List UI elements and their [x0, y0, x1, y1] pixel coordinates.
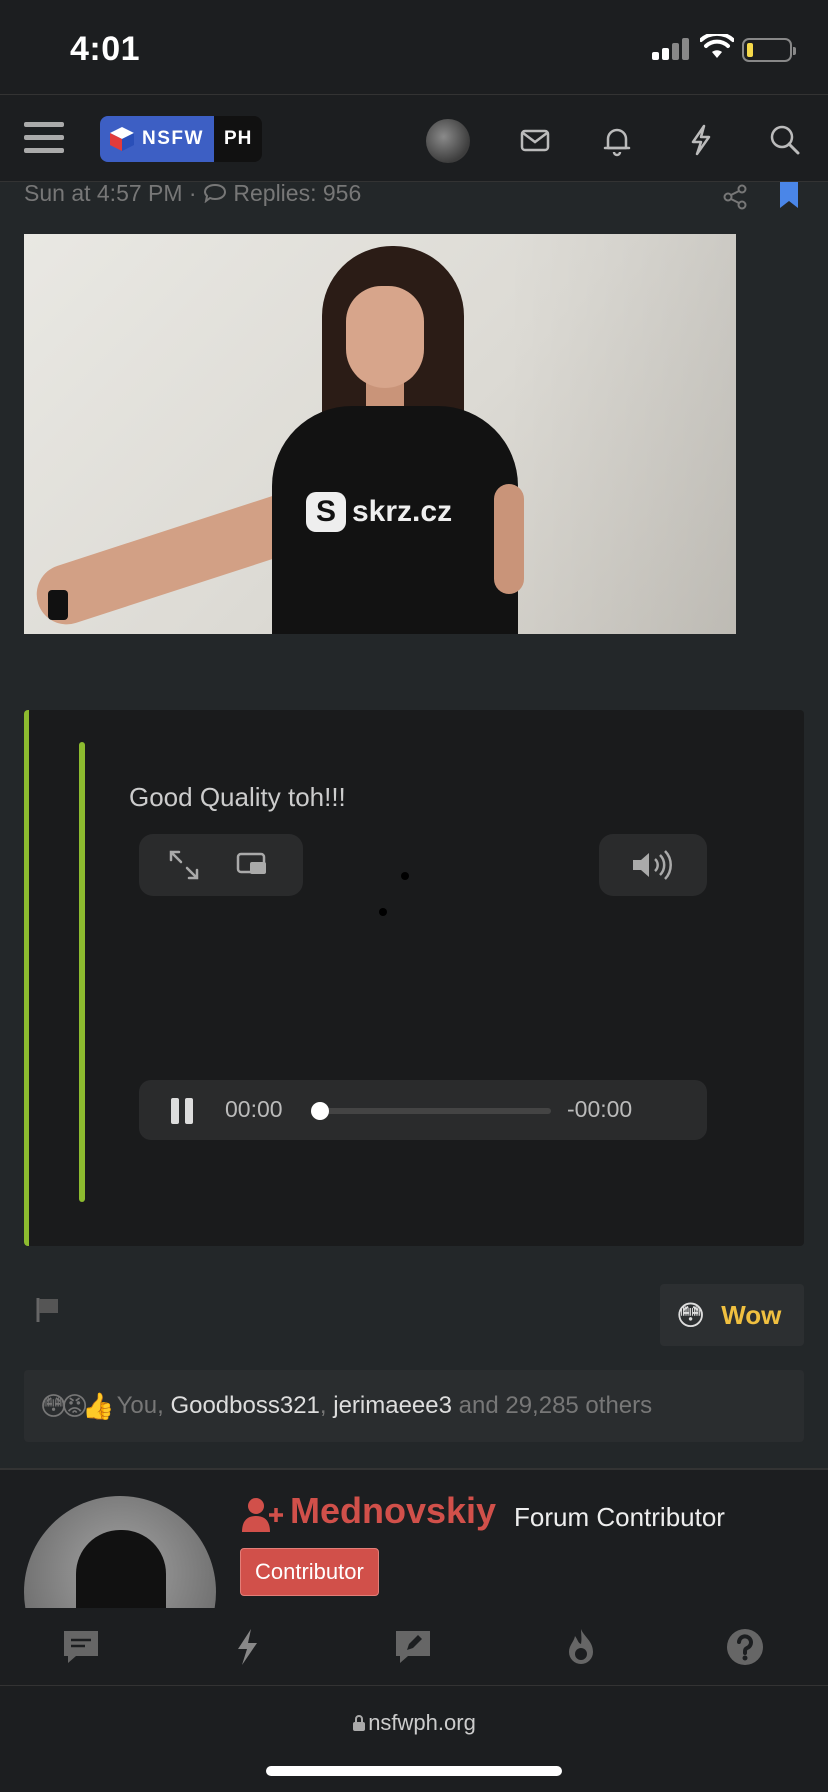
video-player-bar: 00:00 -00:00: [139, 1080, 707, 1140]
progress-knob[interactable]: [311, 1102, 329, 1120]
video-top-controls: [139, 834, 303, 896]
bottom-tab-bar: [0, 1608, 828, 1686]
status-time: 4:01: [70, 30, 141, 68]
user-plus-icon[interactable]: [240, 1496, 284, 1534]
author-name[interactable]: Mednovskiy: [290, 1490, 496, 1532]
post-date[interactable]: Sun at 4:57 PM ·: [24, 180, 197, 206]
status-bar: 4:01: [0, 0, 828, 94]
share-icon[interactable]: [720, 182, 750, 212]
author-avatar[interactable]: [24, 1496, 216, 1608]
progress-slider[interactable]: [311, 1102, 551, 1120]
fire-icon[interactable]: [560, 1626, 602, 1668]
logo-text-left: NSFW: [142, 128, 204, 149]
browser-url-bar: nsfwph.org: [0, 1686, 828, 1792]
comment-icon: [203, 183, 226, 203]
bolt-icon[interactable]: [682, 121, 720, 159]
edit-icon[interactable]: [392, 1626, 434, 1668]
author-card: Mednovskiy Forum Contributor Contributor: [0, 1468, 828, 1608]
remaining-time: -00:00: [567, 1096, 633, 1122]
shirt-logo: S skrz.cz: [306, 492, 452, 532]
site-logo[interactable]: NSFW PH: [100, 116, 263, 162]
url-text: nsfwph.org: [368, 1710, 476, 1735]
replies-count: Replies: 956: [233, 180, 362, 206]
cube-logo-icon: [110, 127, 134, 151]
wow-reaction-button[interactable]: 😳 Wow: [660, 1284, 804, 1346]
image-face: [346, 286, 424, 388]
help-icon[interactable]: [724, 1626, 766, 1668]
site-header: NSFW PH: [0, 94, 828, 182]
picture-in-picture-icon[interactable]: [235, 848, 269, 882]
reaction-user-link[interactable]: jerimaeee3: [333, 1392, 452, 1420]
bolt-icon[interactable]: [226, 1626, 268, 1668]
wow-emoji-icon: 😳: [676, 1299, 706, 1331]
reactions-others[interactable]: and 29,285 others: [459, 1392, 653, 1420]
avatar[interactable]: [426, 119, 470, 163]
author-title: Forum Contributor: [514, 1502, 725, 1532]
wifi-icon: [699, 31, 735, 60]
quote-text: Good Quality toh!!!: [129, 782, 346, 812]
quote-bar: [79, 742, 85, 1202]
lock-icon: [353, 1715, 366, 1731]
reaction-emojis: 😳😡👍: [40, 1390, 115, 1421]
signal-icon: [652, 38, 690, 60]
loading-dot: [379, 908, 387, 916]
logo-text-right: PH: [213, 116, 263, 162]
volume-icon[interactable]: [629, 848, 677, 882]
user-badge: Contributor: [240, 1548, 379, 1596]
bell-icon[interactable]: [598, 121, 636, 159]
wow-label: Wow: [721, 1299, 782, 1330]
battery-icon: [742, 38, 796, 62]
reactions-bar[interactable]: 😳😡👍 You, Goodboss321, jerimaeee3 and 29,…: [24, 1370, 804, 1442]
fullscreen-icon[interactable]: [167, 848, 201, 882]
menu-icon[interactable]: [24, 122, 64, 154]
reaction-user-link[interactable]: Goodboss321: [170, 1392, 319, 1420]
current-time: 00:00: [225, 1096, 283, 1122]
home-indicator[interactable]: [266, 1766, 562, 1776]
post-meta: Sun at 4:57 PM · Replies: 956: [24, 180, 361, 207]
chat-icon[interactable]: [60, 1626, 102, 1668]
reactions-prefix: You,: [116, 1392, 164, 1419]
search-icon[interactable]: [766, 121, 804, 159]
mail-icon[interactable]: [516, 121, 554, 159]
quoted-video-block: Good Quality toh!!! 00:00 -00:00: [24, 710, 804, 1246]
report-flag-icon[interactable]: [34, 1296, 62, 1324]
loading-dot: [401, 872, 409, 880]
url-field[interactable]: nsfwph.org: [0, 1710, 828, 1736]
pause-icon[interactable]: [171, 1098, 193, 1124]
bookmark-icon[interactable]: [778, 182, 800, 210]
post-image[interactable]: S skrz.cz: [24, 234, 736, 634]
video-volume-control: [599, 834, 707, 896]
